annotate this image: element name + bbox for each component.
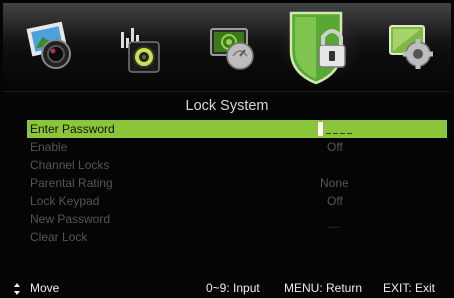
menu-item-label: Enable [30, 140, 68, 154]
menu-item-label: Clear Lock [30, 230, 88, 244]
page-title: Lock System [185, 98, 269, 114]
tab-channel[interactable] [196, 3, 268, 91]
tv-menu-screen: Lock System Enter Password Enable Off Ch… [0, 0, 454, 298]
up-down-arrow-icon [14, 283, 20, 295]
help-menu-return: MENU: Return [284, 281, 363, 295]
menu-item-enter-password[interactable]: Enter Password [27, 120, 447, 138]
menu-item-channel-locks[interactable]: Channel Locks [27, 156, 447, 174]
menu-item-value: Off [327, 140, 343, 154]
tab-picture[interactable] [14, 3, 86, 91]
tab-sound[interactable] [104, 3, 176, 91]
menu-item-value: None [320, 176, 349, 190]
tab-setup[interactable] [375, 3, 447, 91]
tab-lock[interactable] [278, 3, 362, 91]
help-input: 0~9: Input [206, 281, 260, 295]
menu-item-label: Lock Keypad [30, 194, 100, 208]
channel-icon [210, 28, 254, 70]
text-cursor [318, 122, 323, 136]
menu-item-label: Enter Password [30, 122, 115, 136]
help-exit: EXIT: Exit [383, 281, 436, 295]
picture-icon [26, 21, 71, 69]
sound-icon [121, 28, 160, 73]
menu-item-value: Off [327, 194, 343, 208]
menu-item-clear-lock[interactable]: Clear Lock [27, 228, 447, 246]
setup-icon [389, 25, 433, 69]
help-move: Move [30, 281, 60, 295]
menu-item-lock-keypad[interactable]: Lock Keypad Off [27, 192, 447, 210]
help-bar: Move 0~9: Input MENU: Return EXIT: Exit [0, 281, 454, 297]
menu-icon-bar [3, 3, 451, 92]
menu-item-enable[interactable]: Enable Off [27, 138, 447, 156]
menu-item-label: Parental Rating [30, 176, 113, 190]
menu-item-new-password[interactable]: New Password ---- [27, 210, 447, 232]
lock-menu-list: Enter Password Enable Off Channel Locks … [27, 120, 447, 246]
menu-item-parental-rating[interactable]: Parental Rating None [27, 174, 447, 192]
lock-icon [289, 11, 346, 85]
menu-item-label: Channel Locks [30, 158, 110, 172]
menu-item-label: New Password [30, 212, 111, 226]
